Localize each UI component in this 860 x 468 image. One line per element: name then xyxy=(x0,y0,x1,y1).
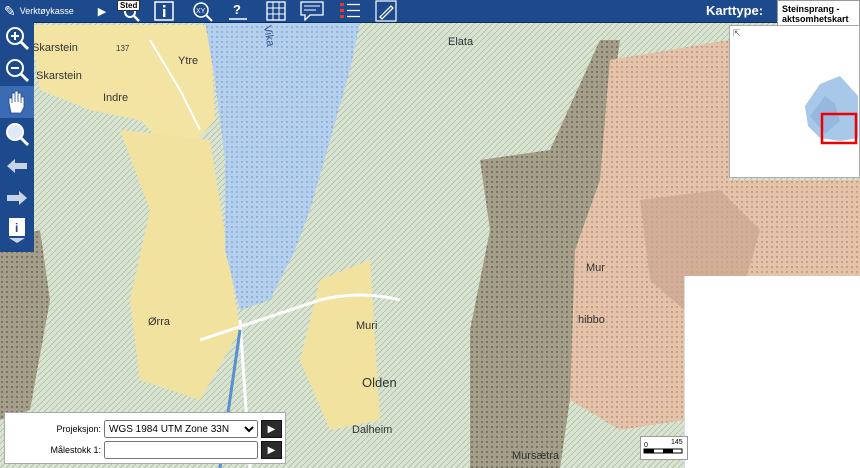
overview-map-image xyxy=(805,76,858,145)
zoom-out-button[interactable] xyxy=(0,54,34,86)
comment-icon xyxy=(300,1,324,21)
legend-button[interactable] xyxy=(338,0,362,22)
info-panel xyxy=(684,276,860,468)
zoom-out-icon xyxy=(6,59,30,83)
toolkit-menu[interactable]: ✎ Verktøykasse xyxy=(0,0,78,22)
map-label-muri: Muri xyxy=(356,320,378,332)
scalebar: 0 145 xyxy=(640,436,688,460)
scalebar-zero: 0 xyxy=(644,442,648,449)
legend-icon xyxy=(340,3,360,18)
toolkit-expand-button[interactable]: ▶ xyxy=(93,0,111,22)
grid-button[interactable] xyxy=(264,0,288,22)
map-tools-sidebar: i xyxy=(0,22,34,252)
hand-icon xyxy=(8,90,25,114)
collapse-overview-icon[interactable]: ⇱ xyxy=(733,28,741,39)
karttype-label: Karttype: xyxy=(706,3,764,18)
svg-text:XY: XY xyxy=(196,8,206,15)
play-icon: ▶ xyxy=(267,444,276,456)
grid-icon xyxy=(266,1,286,21)
forward-button[interactable] xyxy=(0,182,34,214)
projection-go-button[interactable]: ▶ xyxy=(261,420,282,438)
svg-text:i: i xyxy=(15,221,18,235)
info-download-icon: i xyxy=(9,218,25,243)
edit-icon xyxy=(375,0,397,22)
info-button[interactable] xyxy=(152,0,176,22)
scale-label: Målestokk 1: xyxy=(50,445,101,455)
map-label-ytre: Ytre xyxy=(178,55,199,67)
map-label-skarstein: Skarstein xyxy=(32,42,78,54)
toolkit-label: Verktøykasse xyxy=(19,6,74,16)
edit-button[interactable] xyxy=(374,0,398,22)
zoom-in-button[interactable] xyxy=(0,22,34,54)
pan-button[interactable] xyxy=(0,86,34,118)
scalebar-label: 145 xyxy=(671,439,683,446)
zoom-in-icon xyxy=(6,27,30,51)
wrench-icon: ✎ xyxy=(4,2,16,19)
zoom-search-button[interactable] xyxy=(0,118,34,150)
comment-button[interactable] xyxy=(300,0,324,22)
map-label-mur: Mur xyxy=(586,262,605,274)
xy-coordinates-icon: XY xyxy=(193,2,213,22)
scale-input[interactable] xyxy=(104,441,258,459)
map-label-elevation: 137 xyxy=(116,44,130,53)
help-button[interactable]: ? xyxy=(226,0,250,22)
map-label-mursaetra: Mursætra xyxy=(512,450,560,462)
sted-label: Sted xyxy=(117,0,141,11)
arrow-right-icon xyxy=(7,191,27,205)
map-label-hibbo: hibbo xyxy=(578,314,605,326)
projection-panel: Projeksjon: WGS 1984 UTM Zone 33N ▶ Måle… xyxy=(4,412,286,464)
info-icon xyxy=(154,1,174,21)
play-icon: ▶ xyxy=(267,423,276,435)
question-icon: ? xyxy=(229,2,247,20)
projection-label: Projeksjon: xyxy=(56,424,101,434)
arrow-left-icon xyxy=(7,159,27,173)
svg-text:?: ? xyxy=(233,2,241,17)
magnifier-icon xyxy=(6,123,30,147)
projection-select[interactable]: WGS 1984 UTM Zone 33N xyxy=(104,420,258,438)
map-label-elata: Elata xyxy=(448,36,474,48)
back-button[interactable] xyxy=(0,150,34,182)
overview-map[interactable]: ⇱ xyxy=(729,25,860,178)
map-label-olden: Olden xyxy=(362,375,397,390)
map-label-skarstein-2: Skarstein xyxy=(36,70,82,82)
xy-button[interactable]: XY xyxy=(190,0,214,22)
map-label-indre: Indre xyxy=(103,92,129,104)
map-label-orra: Ørra xyxy=(148,316,170,328)
map-label-dalheim: Dalheim xyxy=(352,424,393,436)
info-download-button[interactable]: i xyxy=(0,214,34,246)
scale-go-button[interactable]: ▶ xyxy=(261,441,282,459)
